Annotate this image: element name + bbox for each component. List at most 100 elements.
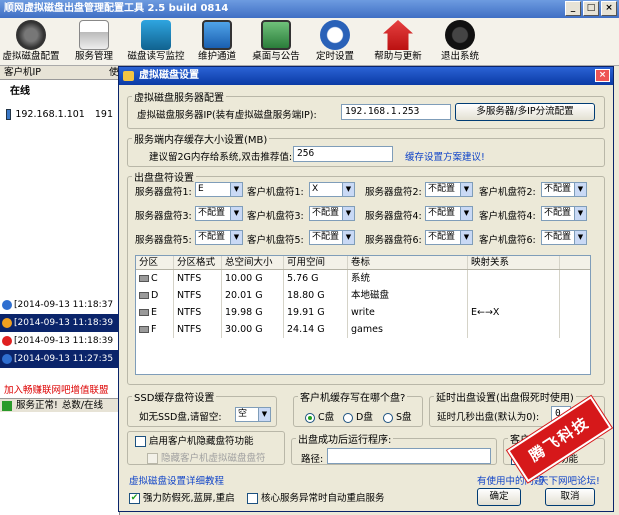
dialog-close-button[interactable]: × xyxy=(595,69,610,82)
client-drive-select[interactable]: 不配置 ▼ xyxy=(541,230,587,245)
radio-c[interactable] xyxy=(305,412,315,423)
col-format[interactable]: 分区格式 xyxy=(174,256,222,269)
server-drive-select[interactable]: 不配置 ▼ xyxy=(425,206,473,221)
server-drive-label: 服务器盘符6: xyxy=(365,235,422,246)
radio-d[interactable] xyxy=(343,412,353,423)
server-drive-select[interactable]: 不配置 ▼ xyxy=(195,230,243,245)
server-drive-label: 服务器盘符3: xyxy=(135,211,192,222)
log-row[interactable]: [2014-09-13 11:18:39 xyxy=(0,332,120,350)
stamp-text: 腾飞科技 xyxy=(509,398,609,480)
dialog-title: 虚拟磁盘设置 xyxy=(139,70,199,81)
chevron-down-icon: ▼ xyxy=(342,207,354,220)
client-drive-label: 客户机盘符3: xyxy=(247,211,304,222)
log-row[interactable]: [2014-09-13 11:27:35 xyxy=(0,350,120,368)
table-cell: 5.76 G xyxy=(284,270,348,287)
table-cell: NTFS xyxy=(174,270,222,287)
partition-table: 分区 分区格式 总空间大小 可用空间 卷标 映射关系 C NTFS 10.00 G5… xyxy=(135,255,591,375)
clock-icon xyxy=(320,20,350,50)
cache-advice-link[interactable]: 缓存设置方案建议! xyxy=(405,149,485,163)
client-drive-select[interactable]: 不配置 ▼ xyxy=(309,230,355,245)
dialog-title-bar: 虚拟磁盘设置 × xyxy=(119,67,613,85)
table-cell: 10.00 G xyxy=(222,270,284,287)
toolbar-service-manage[interactable]: 服务管理 xyxy=(66,20,122,64)
computer-icon xyxy=(6,109,12,120)
client-row[interactable]: 192.168.1.101 191 xyxy=(0,105,119,124)
chevron-down-icon: ▼ xyxy=(460,231,472,244)
table-cell: NTFS xyxy=(174,304,222,321)
table-row[interactable]: C NTFS 10.00 G 5.76 G 系统 xyxy=(136,270,590,287)
toolbar-timer[interactable]: 定时设置 xyxy=(310,20,360,64)
client-drive-label: 客户机盘符2: xyxy=(479,187,536,198)
client-drive-select[interactable]: 不配置 ▼ xyxy=(541,206,587,221)
auto-restart-checkbox[interactable] xyxy=(247,493,258,504)
run-path-input[interactable] xyxy=(327,448,491,464)
cache-disk-s[interactable]: S盘 xyxy=(383,409,412,423)
toolbar-desktop-notice[interactable]: 桌面与公告 xyxy=(248,20,304,64)
table-cell: 18.80 G xyxy=(284,287,348,304)
client-drive-label: 客户机盘符5: xyxy=(247,235,304,246)
toolbar-disk-monitor[interactable]: 磁盘读写监控 xyxy=(124,20,188,64)
multi-server-button[interactable]: 多服务器/多IP分流配置 xyxy=(455,103,595,121)
col-mapping[interactable]: 映射关系 xyxy=(468,256,560,269)
server-drive-select[interactable]: 不配置 ▼ xyxy=(425,230,473,245)
col-total[interactable]: 总空间大小 xyxy=(222,256,284,269)
minimize-button[interactable]: _ xyxy=(565,1,581,16)
toolbar-virtual-disk-config[interactable]: 虚拟磁盘配置 xyxy=(0,20,62,64)
drive-icon xyxy=(139,309,149,316)
maximize-button[interactable]: □ xyxy=(583,1,599,16)
dialog-icon xyxy=(123,71,134,81)
client-drive-select[interactable]: 不配置 ▼ xyxy=(309,206,355,221)
tutorial-link[interactable]: 虚拟磁盘设置详细教程 xyxy=(129,473,224,487)
anti-freeze-checkbox[interactable]: ✔ xyxy=(129,493,140,504)
radio-s[interactable] xyxy=(383,412,393,423)
chevron-down-icon: ▼ xyxy=(574,231,586,244)
table-row[interactable]: F NTFS 30.00 G 24.14 Ggames xyxy=(136,321,590,338)
hide-virtual-drive-option[interactable]: 隐藏客户机虚拟磁盘盘符 xyxy=(147,450,266,464)
toolbar-help-update[interactable]: 帮助与更新 xyxy=(370,20,426,64)
close-button[interactable]: × xyxy=(601,1,617,16)
main-toolbar: 虚拟磁盘配置 服务管理 磁盘读写监控 维护通道 桌面与公告 定时设置 帮助与更新… xyxy=(0,18,619,66)
status-bar: 服务正常! 总数/在线 xyxy=(0,398,120,412)
server-drive-select[interactable]: 不配置 ▼ xyxy=(425,182,473,197)
hide-virtual-drive-checkbox[interactable] xyxy=(147,453,158,464)
auto-restart-option[interactable]: 核心服务异常时自动重启服务 xyxy=(247,490,385,504)
cache-size-input[interactable]: 256 xyxy=(293,146,393,162)
log-row[interactable]: [2014-09-13 11:18:37 xyxy=(0,296,120,314)
info-icon xyxy=(2,300,12,310)
col-partition[interactable]: 分区 xyxy=(136,256,174,269)
column-client-ip[interactable]: 客户机IP xyxy=(4,66,109,79)
log-row[interactable]: [2014-09-13 11:18:39 xyxy=(0,314,120,332)
col-label[interactable]: 卷标 xyxy=(348,256,468,269)
status-ok-icon xyxy=(2,401,12,411)
client-drive-select[interactable]: 不配置 ▼ xyxy=(541,182,587,197)
table-cell: 30.00 G xyxy=(222,321,284,338)
server-drive-select[interactable]: E ▼ xyxy=(195,182,243,197)
table-cell: D xyxy=(136,287,174,304)
table-cell: NTFS xyxy=(174,321,222,338)
chevron-down-icon: ▼ xyxy=(230,183,242,196)
server-drive-select[interactable]: 不配置 ▼ xyxy=(195,206,243,221)
total-online: 总数/在线 xyxy=(61,400,104,411)
table-cell: games xyxy=(348,321,468,338)
monitor-icon xyxy=(141,20,171,50)
server-ip-input[interactable]: 192.168.1.253 xyxy=(341,104,451,120)
hide-drive-checkbox[interactable] xyxy=(135,436,146,447)
home-icon xyxy=(383,20,413,50)
client-drive-select[interactable]: X ▼ xyxy=(309,182,355,197)
log-list: [2014-09-13 11:18:37 [2014-09-13 11:18:3… xyxy=(0,296,120,376)
ok-button[interactable]: 确定 xyxy=(477,488,521,506)
client-cache-legend: 客户机缓存写在哪个盘? xyxy=(300,393,406,404)
ad-link[interactable]: 加入畅赚联网吧增值联盟 xyxy=(4,382,109,396)
toolbar-exit[interactable]: 退出系统 xyxy=(432,20,488,64)
col-free[interactable]: 可用空间 xyxy=(284,256,348,269)
toolbar-maintenance[interactable]: 维护通道 xyxy=(192,20,242,64)
anti-freeze-option[interactable]: ✔ 强力防假死,蓝屏,重启 xyxy=(129,490,235,504)
cache-size-legend: 服务端内存缓存大小设置(MB) xyxy=(134,135,268,146)
cache-disk-c[interactable]: C盘 xyxy=(305,409,334,423)
cache-disk-d[interactable]: D盘 xyxy=(343,409,373,423)
table-row[interactable]: D NTFS 20.01 G 18.80 G 本地磁盘 xyxy=(136,287,590,304)
ssd-label: 如无SSD盘,请留空: xyxy=(139,412,222,423)
ssd-select[interactable]: 空 ▼ xyxy=(235,407,271,422)
table-row[interactable]: E NTFS 19.98 G 19.91 Gwrite E←→X xyxy=(136,304,590,321)
hide-drive-option[interactable]: 启用客户机隐藏盘符功能 xyxy=(133,433,256,447)
